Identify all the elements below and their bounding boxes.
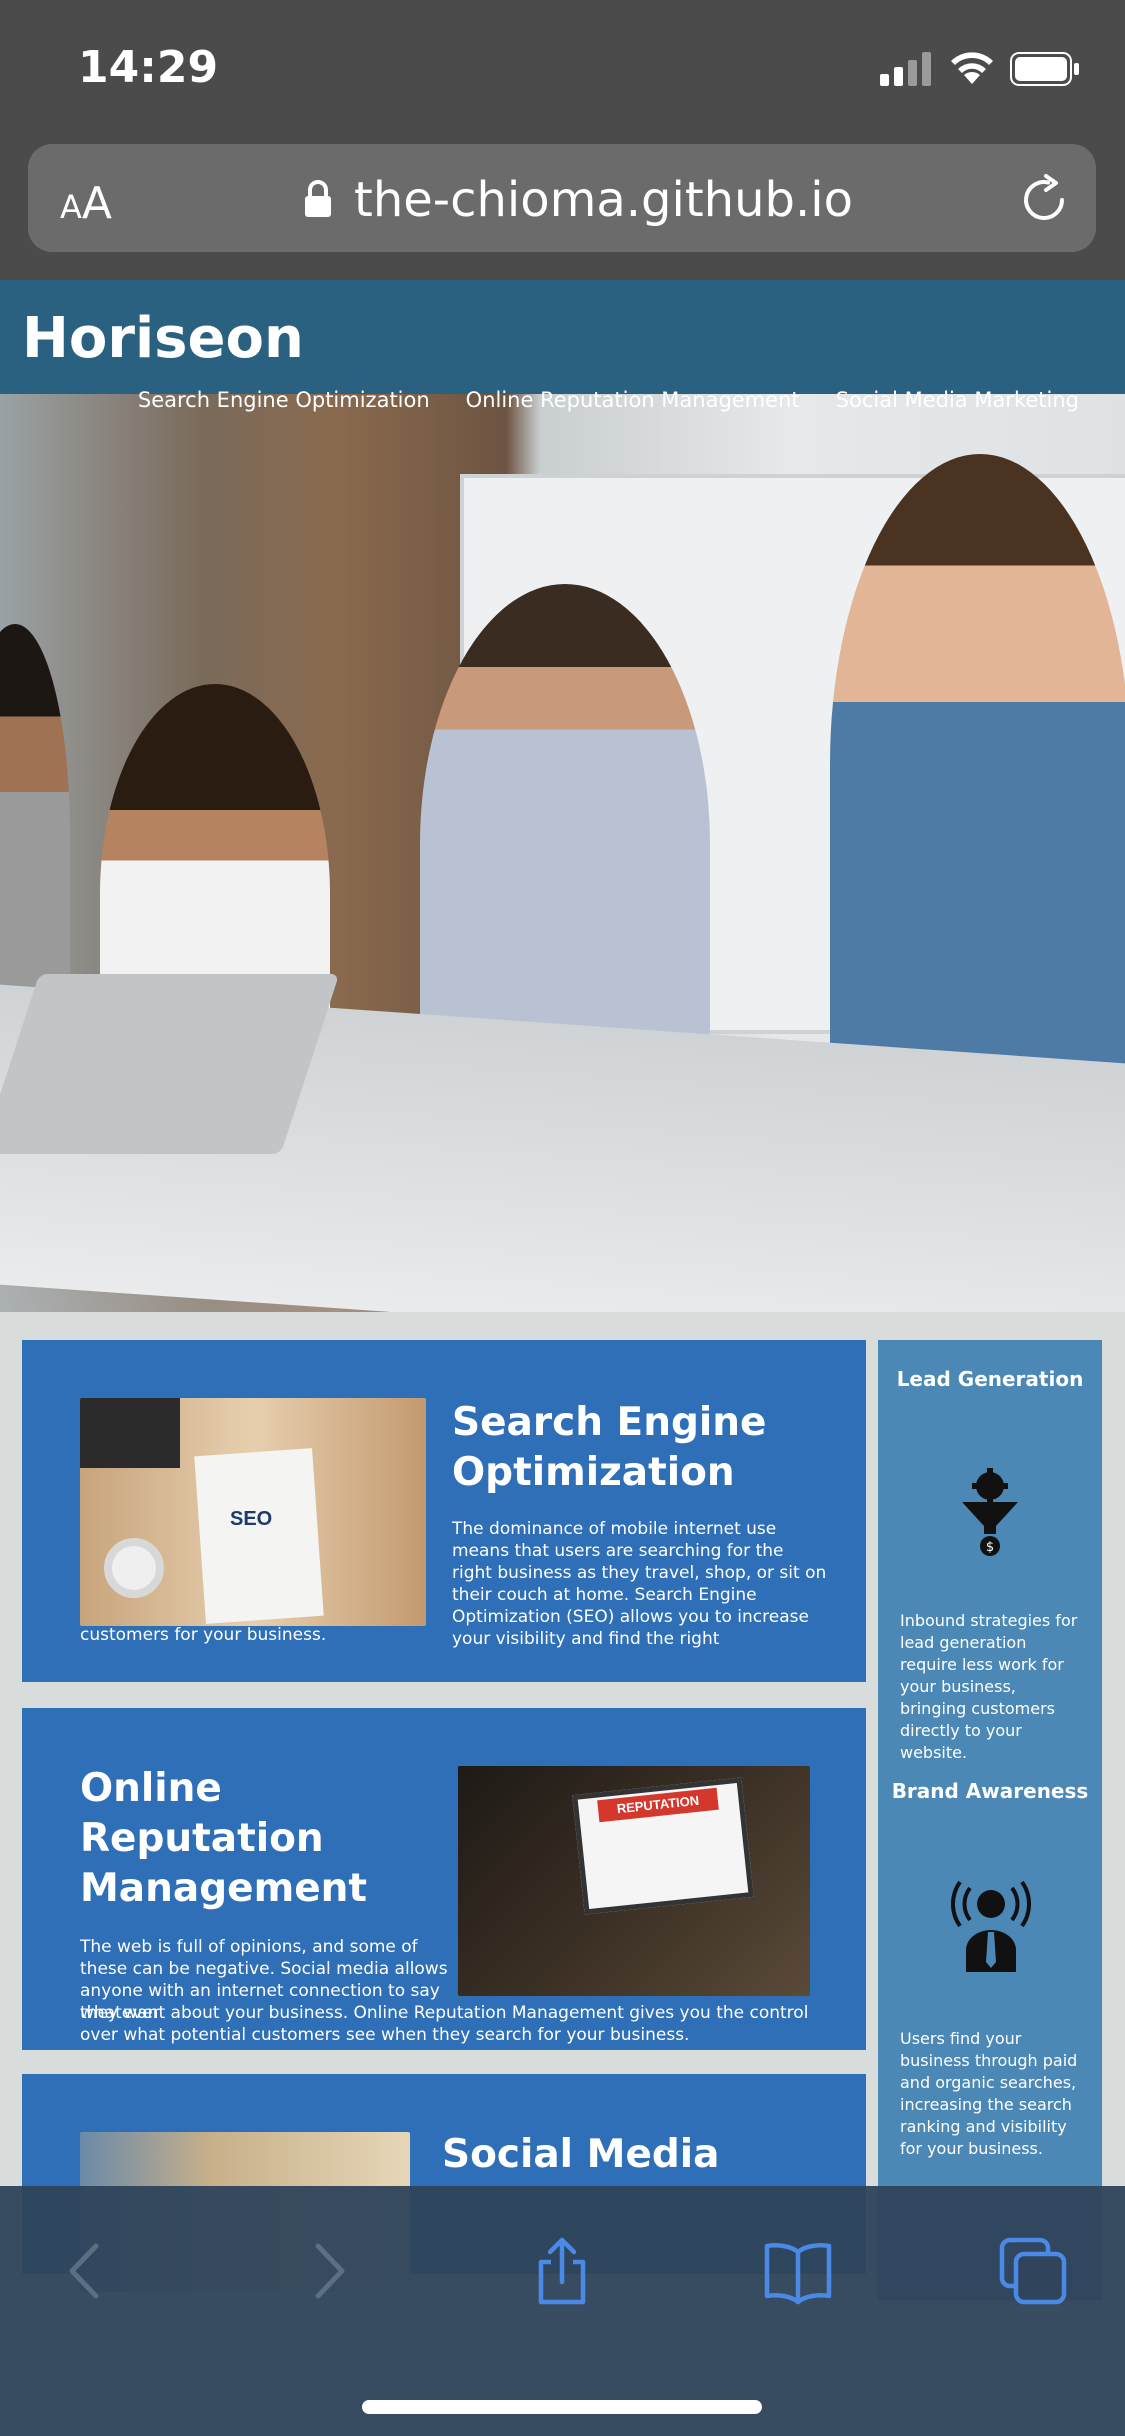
- status-time: 14:29: [78, 42, 219, 93]
- seo-section: SEO Search Engine Optimization The domin…: [22, 1340, 866, 1682]
- benefits-sidebar: Lead Generation $ Inbound strategies for…: [878, 1340, 1102, 2300]
- status-bar: 14:29: [0, 0, 1125, 140]
- battery-icon: [1010, 52, 1079, 86]
- brand-awareness-title: Brand Awareness: [891, 1779, 1089, 1803]
- text-size-button[interactable]: AA: [60, 178, 112, 229]
- cellular-signal-icon: [880, 52, 931, 86]
- smm-title: Social Media: [442, 2132, 720, 2177]
- notepad-graphic: [194, 1448, 324, 1624]
- site-nav: Search Engine Optimization Online Reputa…: [138, 388, 1079, 412]
- site-header: Horiseon: [0, 280, 1125, 394]
- brand-awareness-text: Users find your business through paid an…: [900, 2029, 1078, 2158]
- address-bar[interactable]: AA the-chioma.github.io: [28, 144, 1096, 252]
- svg-text:$: $: [986, 1540, 994, 1555]
- seo-text-continued: customers for your business.: [80, 1625, 327, 1645]
- brand-awareness-icon: [950, 1880, 1032, 1972]
- hero-image: [0, 394, 1125, 1312]
- site-brand[interactable]: Horiseon: [22, 306, 304, 371]
- forward-icon[interactable]: [292, 2236, 362, 2306]
- lead-generation-text: Inbound strategies for lead generation r…: [900, 1611, 1078, 1762]
- hero-person: [830, 454, 1125, 1074]
- seo-image: SEO: [80, 1398, 426, 1626]
- back-icon[interactable]: [52, 2236, 122, 2306]
- browser-toolbar: [0, 2186, 1125, 2436]
- hero-laptop: [0, 974, 340, 1154]
- bookmarks-icon[interactable]: [763, 2236, 833, 2306]
- orm-title: Online Reputation Management: [80, 1766, 368, 1911]
- share-icon[interactable]: [527, 2236, 597, 2306]
- nav-link-orm[interactable]: Online Reputation Management: [466, 388, 800, 412]
- nav-link-smm[interactable]: Social Media Marketing: [836, 388, 1079, 412]
- lead-generation-title: Lead Generation: [896, 1367, 1084, 1391]
- seo-title: Search Engine Optimization: [452, 1400, 767, 1495]
- wifi-icon: [951, 52, 993, 84]
- keyboard-graphic: [80, 1398, 180, 1468]
- orm-section: Online Reputation Management REPUTATION …: [22, 1708, 866, 2050]
- home-indicator[interactable]: [362, 2400, 762, 2414]
- coffee-graphic: [104, 1538, 164, 1598]
- reload-icon[interactable]: [1018, 174, 1070, 226]
- url-text[interactable]: the-chioma.github.io: [354, 172, 853, 228]
- tabs-icon[interactable]: [998, 2236, 1068, 2306]
- lead-generation-icon: $: [962, 1468, 1018, 1556]
- lock-icon: [305, 180, 331, 217]
- orm-text-continued: they want about your business. Online Re…: [80, 2003, 809, 2045]
- nav-link-seo[interactable]: Search Engine Optimization: [138, 388, 430, 412]
- reputation-image: REPUTATION: [458, 1766, 810, 1996]
- browser-url-area: AA the-chioma.github.io: [0, 140, 1125, 280]
- seo-graphic-label: SEO: [230, 1508, 273, 1530]
